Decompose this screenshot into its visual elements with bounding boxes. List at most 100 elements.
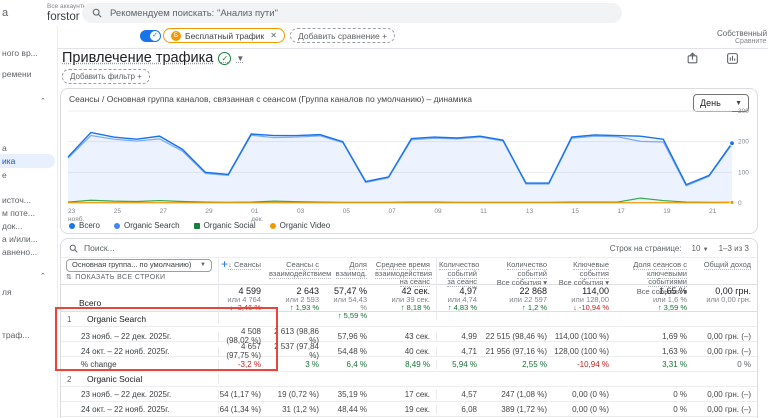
column-header[interactable]: Доля взаимод.	[325, 258, 373, 296]
chevron-down-icon: ▼	[735, 100, 742, 107]
sidebar-item[interactable]: ного вр...	[2, 48, 54, 58]
metric-cell: 1,63 %	[615, 347, 693, 356]
search-input[interactable]: Рекомендуем поискать: "Анализ пути"	[82, 3, 622, 23]
sidebar-item-selected[interactable]: ика	[0, 154, 55, 168]
sidebar-item[interactable]: ремени	[2, 69, 54, 79]
metric-cell: 114,00 (100 %)	[553, 332, 615, 341]
group-header-row[interactable]: 2Organic Social	[61, 372, 757, 387]
svg-text:25: 25	[114, 208, 122, 215]
metric-cell: 22 515 (98,46 %)	[483, 332, 553, 341]
dimension-header-cell: Основная группа... по умолчанию) ▼ + ⇅ П…	[61, 258, 219, 296]
check-circle-icon: ✓	[218, 52, 231, 65]
date-range-row[interactable]: 24 окт. – 22 нояб. 2025г.4 657 (97,75 %)…	[61, 342, 757, 357]
dimension-dropdown[interactable]: Основная группа... по умолчанию) ▼	[66, 259, 212, 272]
sidebar-item[interactable]: авнено...	[2, 247, 54, 257]
rows-per-page-select[interactable]: 10 ▼	[692, 244, 709, 253]
chevron-down-icon: ▼	[200, 261, 206, 270]
logo-fragment: а	[2, 7, 8, 19]
legend-item[interactable]: Organic Search	[114, 221, 180, 230]
legend-marker-icon	[69, 223, 75, 229]
metric-cell: 19 (0,72 %)	[267, 390, 325, 399]
svg-text:13: 13	[526, 208, 534, 215]
table-header-row: Основная группа... по умолчанию) ▼ + ⇅ П…	[61, 258, 757, 285]
table-toolbar: Поиск... Строк на странице: 10 ▼ 1–3 из …	[61, 239, 757, 258]
metric-cell: 2,55 %	[483, 360, 553, 369]
column-header[interactable]: Сеансы с взаимодействием	[267, 258, 325, 296]
close-icon[interactable]: ✕	[270, 31, 277, 40]
sidebar-item[interactable]: ля	[2, 287, 54, 297]
svg-text:100: 100	[738, 169, 749, 176]
collapse-chevron-icon[interactable]: ⌃	[40, 272, 46, 280]
chevron-down-icon[interactable]: ▼	[236, 54, 244, 63]
date-range-row[interactable]: 23 нояб. – 22 дек. 2025г.54 (1,17 %)19 (…	[61, 387, 757, 402]
metric-cell: 0,00 грн. (–)	[693, 405, 757, 414]
legend-item[interactable]: Organic Social	[194, 221, 256, 230]
metric-cell: 4,71	[437, 347, 483, 356]
metric-cell: 0,00 грн. (–)	[693, 332, 757, 341]
column-header[interactable]: Количество событий за сеанс	[437, 258, 483, 296]
legend-item[interactable]: Organic Video	[270, 221, 331, 230]
metric-cell: 48,44 %	[325, 405, 373, 414]
metric-cell: 21 956 (97,16 %)	[483, 347, 553, 356]
metric-cell: 19 сек.	[373, 405, 437, 414]
comparison-toggle[interactable]: ✓	[140, 30, 161, 42]
table-pagination: Строк на странице: 10 ▼ 1–3 из 3	[610, 244, 749, 253]
percent-change-row[interactable]: % change-3,2 %3 %6,4 %8,49 %5,94 %2,55 %…	[61, 357, 757, 372]
sidebar-item[interactable]: источ...	[2, 195, 54, 205]
comparison-chip-label: Бесплатный трафик	[185, 31, 264, 41]
metric-cell: 43 сек.	[373, 332, 437, 341]
unfold-icon: ⇅	[66, 274, 72, 283]
svg-text:11: 11	[480, 208, 487, 215]
legend-item[interactable]: Всего	[69, 221, 100, 230]
legend-marker-icon	[270, 223, 276, 229]
date-range-selector[interactable]: Собственный23 ноя	[717, 29, 768, 38]
comparison-chip[interactable]: Б Бесплатный трафик ✕	[163, 28, 285, 43]
share-icon[interactable]	[686, 52, 699, 65]
rows-per-page-label: Строк на странице:	[610, 244, 682, 253]
svg-text:01: 01	[251, 208, 259, 215]
add-dimension-button[interactable]: +	[221, 260, 228, 269]
metric-cell: 4 657 (97,75 %)	[219, 342, 267, 360]
legend-label: Organic Social	[204, 221, 256, 230]
metric-cell: 0,00 (0 %)	[553, 405, 615, 414]
metric-cell: 3 %	[267, 360, 325, 369]
metric-cell: 0 %	[615, 390, 693, 399]
svg-text:23: 23	[68, 208, 76, 215]
sidebar-item[interactable]: док...	[2, 221, 54, 231]
metric-cell: 4,99	[437, 332, 483, 341]
table-search-input[interactable]: Поиск...	[69, 243, 115, 253]
date-range-type: Собственный	[717, 29, 767, 38]
metric-cell: 64 (1,34 %)	[219, 405, 267, 414]
column-header[interactable]: Доля сеансов с ключевыми событиямиВсе со…	[615, 258, 693, 296]
metric-cell: 0 %	[693, 360, 757, 369]
add-filter-button[interactable]: Добавить фильтр +	[62, 69, 150, 84]
svg-text:300: 300	[738, 108, 749, 115]
add-comparison-button[interactable]: Добавить сравнение +	[290, 28, 395, 43]
svg-text:27: 27	[160, 208, 168, 215]
show-all-rows-button[interactable]: ⇅ ПОКАЗАТЬ ВСЕ СТРОКИ	[66, 274, 165, 283]
show-all-rows-label: ПОКАЗАТЬ ВСЕ СТРОКИ	[75, 274, 165, 283]
svg-text:07: 07	[389, 208, 397, 215]
column-header[interactable]: Общий доход	[693, 258, 757, 296]
column-header[interactable]: Количество событийВсе события ▾	[483, 258, 553, 296]
metric-cell: -10,94 %	[553, 360, 615, 369]
pagination-range: 1–3 из 3	[719, 244, 749, 253]
date-range-row[interactable]: 24 окт. – 22 нояб. 2025г.64 (1,34 %)31 (…	[61, 402, 757, 417]
sidebar-item[interactable]: м поте...	[2, 208, 54, 218]
metric-cell: 2 537 (97,84 %)	[267, 342, 325, 360]
column-header[interactable]: Среднее время взаимодействия на сеанс	[373, 258, 437, 296]
metric-cell: 3,31 %	[615, 360, 693, 369]
date-range-row[interactable]: 23 нояб. – 22 дек. 2025г.4 508 (98,02 %)…	[61, 327, 757, 342]
svg-text:09: 09	[434, 208, 442, 215]
left-nav-sidebar: ного вр... ремени ⌃ аика е источ... м поте... д…	[0, 26, 58, 418]
sidebar-item[interactable]: а и/или...	[2, 234, 54, 244]
collapse-chevron-icon[interactable]: ⌃	[40, 97, 46, 105]
sidebar-item[interactable]: е	[2, 170, 54, 180]
sidebar-item[interactable]: траф...	[2, 330, 54, 340]
column-header[interactable]: Ключевые событияВсе события ▾	[553, 258, 615, 296]
metric-cell: 5,94 %	[437, 360, 483, 369]
insights-icon[interactable]	[726, 52, 739, 65]
metric-cell: 54,48 %	[325, 347, 373, 356]
search-icon	[69, 244, 78, 253]
sidebar-item[interactable]: а	[2, 143, 54, 153]
